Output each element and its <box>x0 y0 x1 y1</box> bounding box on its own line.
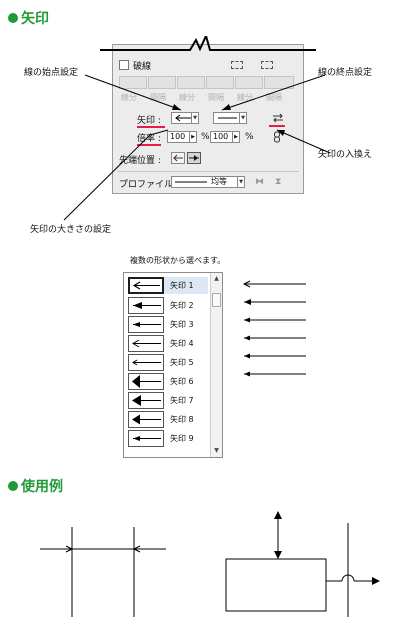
arrow-swatch-1 <box>128 277 164 294</box>
list-item[interactable]: 矢印 6 <box>128 373 208 390</box>
list-item[interactable]: 矢印 4 <box>128 335 208 352</box>
arrow-samples <box>242 280 306 377</box>
list-caption: 複数の形状から選べます。 <box>130 256 226 265</box>
section-title-usage: 使用例 <box>8 476 63 496</box>
arrow-swatch-6 <box>128 373 164 390</box>
usage-examples <box>40 511 380 617</box>
list-scrollbar[interactable]: ▲ ▼ <box>210 273 222 457</box>
list-item[interactable]: 矢印 1 <box>128 277 208 294</box>
scroll-thumb[interactable] <box>212 293 221 307</box>
arrow-swatch-7 <box>128 392 164 409</box>
list-item[interactable]: 矢印 8 <box>128 411 208 428</box>
callout-leaders <box>63 74 331 221</box>
green-bullet-icon <box>8 481 18 491</box>
arrow-swatch-5 <box>128 354 164 371</box>
scroll-up-icon[interactable]: ▲ <box>211 274 222 284</box>
arrow-swatch-9 <box>128 430 164 447</box>
arrow-swatch-2 <box>128 297 164 314</box>
arrow-swatch-3 <box>128 316 164 333</box>
arrow-style-list[interactable]: 矢印 1 矢印 2 矢印 3 矢印 4 矢印 5 矢印 6 矢印 7 矢印 8 … <box>123 272 223 458</box>
list-item[interactable]: 矢印 7 <box>128 392 208 409</box>
list-item[interactable]: 矢印 2 <box>128 297 208 314</box>
list-item[interactable]: 矢印 3 <box>128 316 208 333</box>
arrow-swatch-8 <box>128 411 164 428</box>
arrow-swatch-4 <box>128 335 164 352</box>
scroll-down-icon[interactable]: ▼ <box>211 446 222 456</box>
list-item[interactable]: 矢印 5 <box>128 354 208 371</box>
list-item[interactable]: 矢印 9 <box>128 430 208 447</box>
